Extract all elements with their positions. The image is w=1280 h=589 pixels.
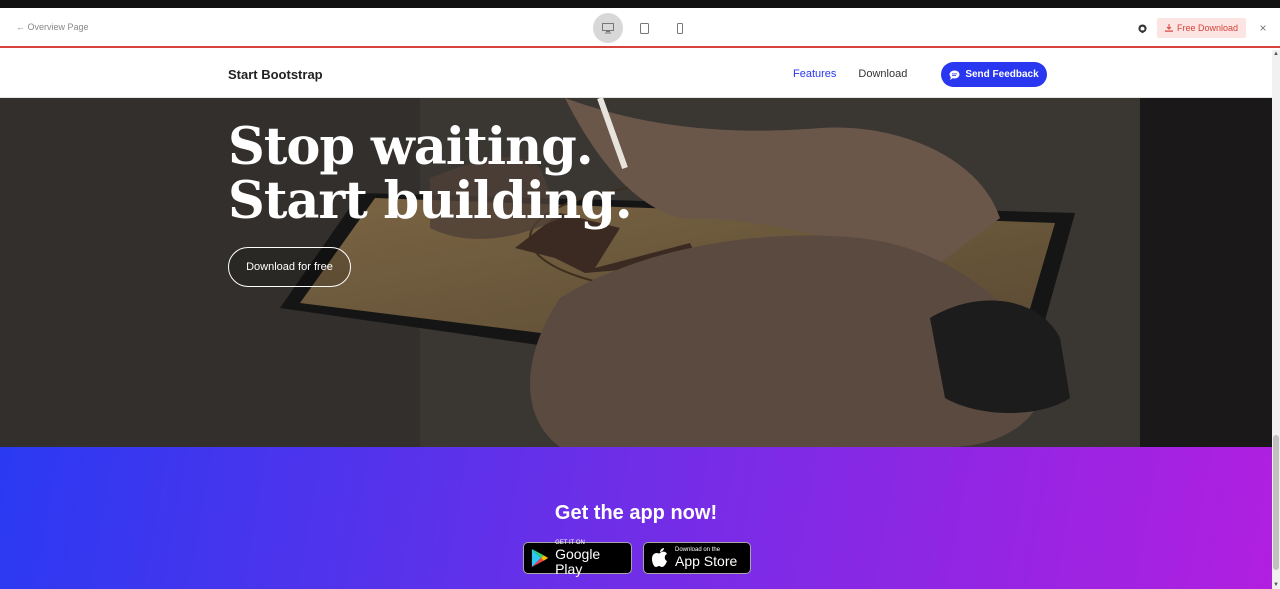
device-switcher bbox=[593, 13, 695, 43]
hero-title: Stop waiting. Start building. bbox=[228, 117, 633, 231]
app-store-badge[interactable]: Download on the App Store bbox=[643, 542, 751, 574]
back-link-label: ← Overview Page bbox=[16, 22, 89, 32]
scroll-down-arrow-icon[interactable]: ▼ bbox=[1273, 582, 1279, 588]
download-for-free-button[interactable]: Download for free bbox=[228, 247, 351, 287]
google-play-icon bbox=[531, 548, 549, 568]
hero-background-photo bbox=[0, 98, 1272, 447]
desktop-view-button[interactable] bbox=[593, 13, 623, 43]
app-store-text: Download on the App Store bbox=[675, 547, 737, 569]
tablet-view-button[interactable] bbox=[629, 13, 659, 43]
apple-icon bbox=[652, 548, 667, 567]
nav-link-download[interactable]: Download bbox=[858, 68, 907, 80]
hero-title-line-2: Start building. bbox=[228, 171, 633, 231]
nav-links: Features Download bbox=[793, 68, 907, 80]
preview-toolbar: ← Overview Page Free Download × bbox=[0, 8, 1280, 48]
mobile-icon bbox=[677, 22, 683, 34]
scrollbar-thumb[interactable] bbox=[1273, 435, 1279, 570]
desktop-icon bbox=[602, 22, 614, 33]
app-store-big-text: App Store bbox=[675, 553, 738, 569]
send-feedback-button[interactable]: Send Feedback bbox=[941, 62, 1047, 87]
site-navbar: Start Bootstrap Features Download Send F… bbox=[0, 50, 1272, 98]
store-badges: GET IT ON Google Play Download on the Ap… bbox=[523, 540, 751, 577]
overview-page-link[interactable]: ← Overview Page bbox=[16, 22, 89, 32]
free-download-label: Free Download bbox=[1176, 23, 1238, 33]
app-download-section: Get the app now! GET IT ON Google Play D… bbox=[0, 447, 1272, 589]
nav-link-features[interactable]: Features bbox=[793, 68, 836, 80]
github-icon[interactable] bbox=[1138, 23, 1147, 33]
scroll-up-arrow-icon[interactable]: ▲ bbox=[1273, 51, 1279, 57]
hero-section: Stop waiting. Start building. Download f… bbox=[0, 98, 1272, 447]
chat-bubble-icon bbox=[949, 70, 960, 80]
mobile-view-button[interactable] bbox=[665, 13, 695, 43]
brand-logo[interactable]: Start Bootstrap bbox=[228, 67, 323, 82]
google-play-text: GET IT ON Google Play bbox=[555, 540, 624, 577]
send-feedback-label: Send Feedback bbox=[965, 69, 1039, 80]
top-strip bbox=[0, 0, 1280, 8]
tablet-icon bbox=[639, 22, 649, 34]
google-play-big-text: Google Play bbox=[555, 545, 601, 577]
close-preview-button[interactable]: × bbox=[1256, 21, 1270, 35]
free-download-button[interactable]: Free Download bbox=[1156, 18, 1246, 38]
page-scrollbar[interactable]: ▲ ▼ bbox=[1272, 50, 1280, 589]
cta-title: Get the app now! bbox=[554, 502, 718, 524]
download-icon bbox=[1164, 24, 1173, 32]
toolbar-actions: Free Download × bbox=[1138, 18, 1270, 38]
google-play-badge[interactable]: GET IT ON Google Play bbox=[523, 540, 632, 577]
hero-title-line-1: Stop waiting. bbox=[228, 117, 594, 177]
